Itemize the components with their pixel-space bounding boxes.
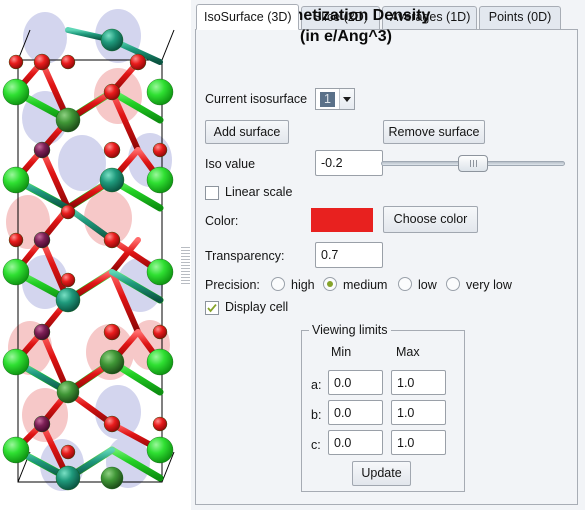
transparency-label: Transparency:	[205, 249, 285, 263]
viewing-limits-c-max-input[interactable]: 1.0	[391, 430, 446, 455]
viewing-limits-c-min-input[interactable]: 0.0	[328, 430, 383, 455]
current-isosurface-label: Current isosurface	[205, 92, 308, 106]
iso-value-slider[interactable]	[381, 153, 565, 173]
precision-radio-medium[interactable]	[323, 277, 337, 291]
linear-scale-checkbox[interactable]	[205, 186, 219, 200]
update-button[interactable]: Update	[352, 461, 411, 486]
color-swatch[interactable]	[311, 208, 373, 232]
crystal-structure-3d-view[interactable]	[0, 0, 180, 510]
viewing-limits-axis-b-label: b:	[311, 408, 322, 422]
isosurface-settings-panel: IsoSurface (3D) Slice (2D) Averages (1D)…	[191, 0, 585, 510]
viewing-limits-col-max: Max	[396, 345, 420, 359]
viewing-limits-b-max-input[interactable]: 1.0	[391, 400, 446, 425]
chevron-down-icon[interactable]	[339, 89, 354, 109]
display-cell-label: Display cell	[225, 300, 289, 314]
precision-radio-high[interactable]	[271, 277, 285, 291]
splitter-grip[interactable]	[181, 247, 190, 287]
check-icon	[207, 304, 217, 313]
display-cell-checkbox[interactable]	[205, 301, 219, 315]
precision-label-medium: medium	[343, 278, 388, 292]
viewing-limits-a-max-input[interactable]: 1.0	[391, 370, 446, 395]
transparency-input[interactable]: 0.7	[315, 242, 383, 268]
precision-label-low: low	[418, 278, 437, 292]
viewing-limits-axis-a-label: a:	[311, 378, 322, 392]
add-surface-button[interactable]: Add surface	[205, 120, 289, 144]
viewing-limits-col-min: Min	[331, 345, 352, 359]
viewing-limits-a-min-input[interactable]: 0.0	[328, 370, 383, 395]
viewing-limits-axis-c-label: c:	[311, 438, 321, 452]
slider-handle[interactable]	[458, 155, 488, 172]
tab-points-0d[interactable]: Points (0D)	[479, 6, 561, 29]
color-label: Color:	[205, 214, 239, 228]
viewing-limits-title: Viewing limits	[309, 323, 391, 337]
current-isosurface-value-box: 1	[316, 89, 339, 109]
panel-splitter[interactable]	[178, 0, 191, 510]
precision-radio-very-low[interactable]	[446, 277, 460, 291]
viewing-limits-b-min-input[interactable]: 0.0	[328, 400, 383, 425]
precision-radio-low[interactable]	[398, 277, 412, 291]
remove-surface-button[interactable]: Remove surface	[383, 120, 485, 144]
choose-color-button[interactable]: Choose color	[383, 206, 478, 233]
structure-canvas[interactable]	[0, 0, 180, 510]
current-isosurface-value: 1	[320, 91, 335, 107]
precision-label-high: high	[291, 278, 315, 292]
iso-value-input[interactable]: -0.2	[315, 150, 383, 176]
current-isosurface-select[interactable]: 1	[315, 88, 355, 110]
tab-isosurface-3d[interactable]: IsoSurface (3D)	[196, 4, 299, 30]
iso-value-label: Iso value	[205, 157, 256, 171]
application-window: IsoSurface (3D) Slice (2D) Averages (1D)…	[0, 0, 585, 510]
precision-label-very-low: very low	[466, 278, 512, 292]
precision-label: Precision:	[205, 278, 260, 292]
linear-scale-label: Linear scale	[225, 185, 293, 199]
